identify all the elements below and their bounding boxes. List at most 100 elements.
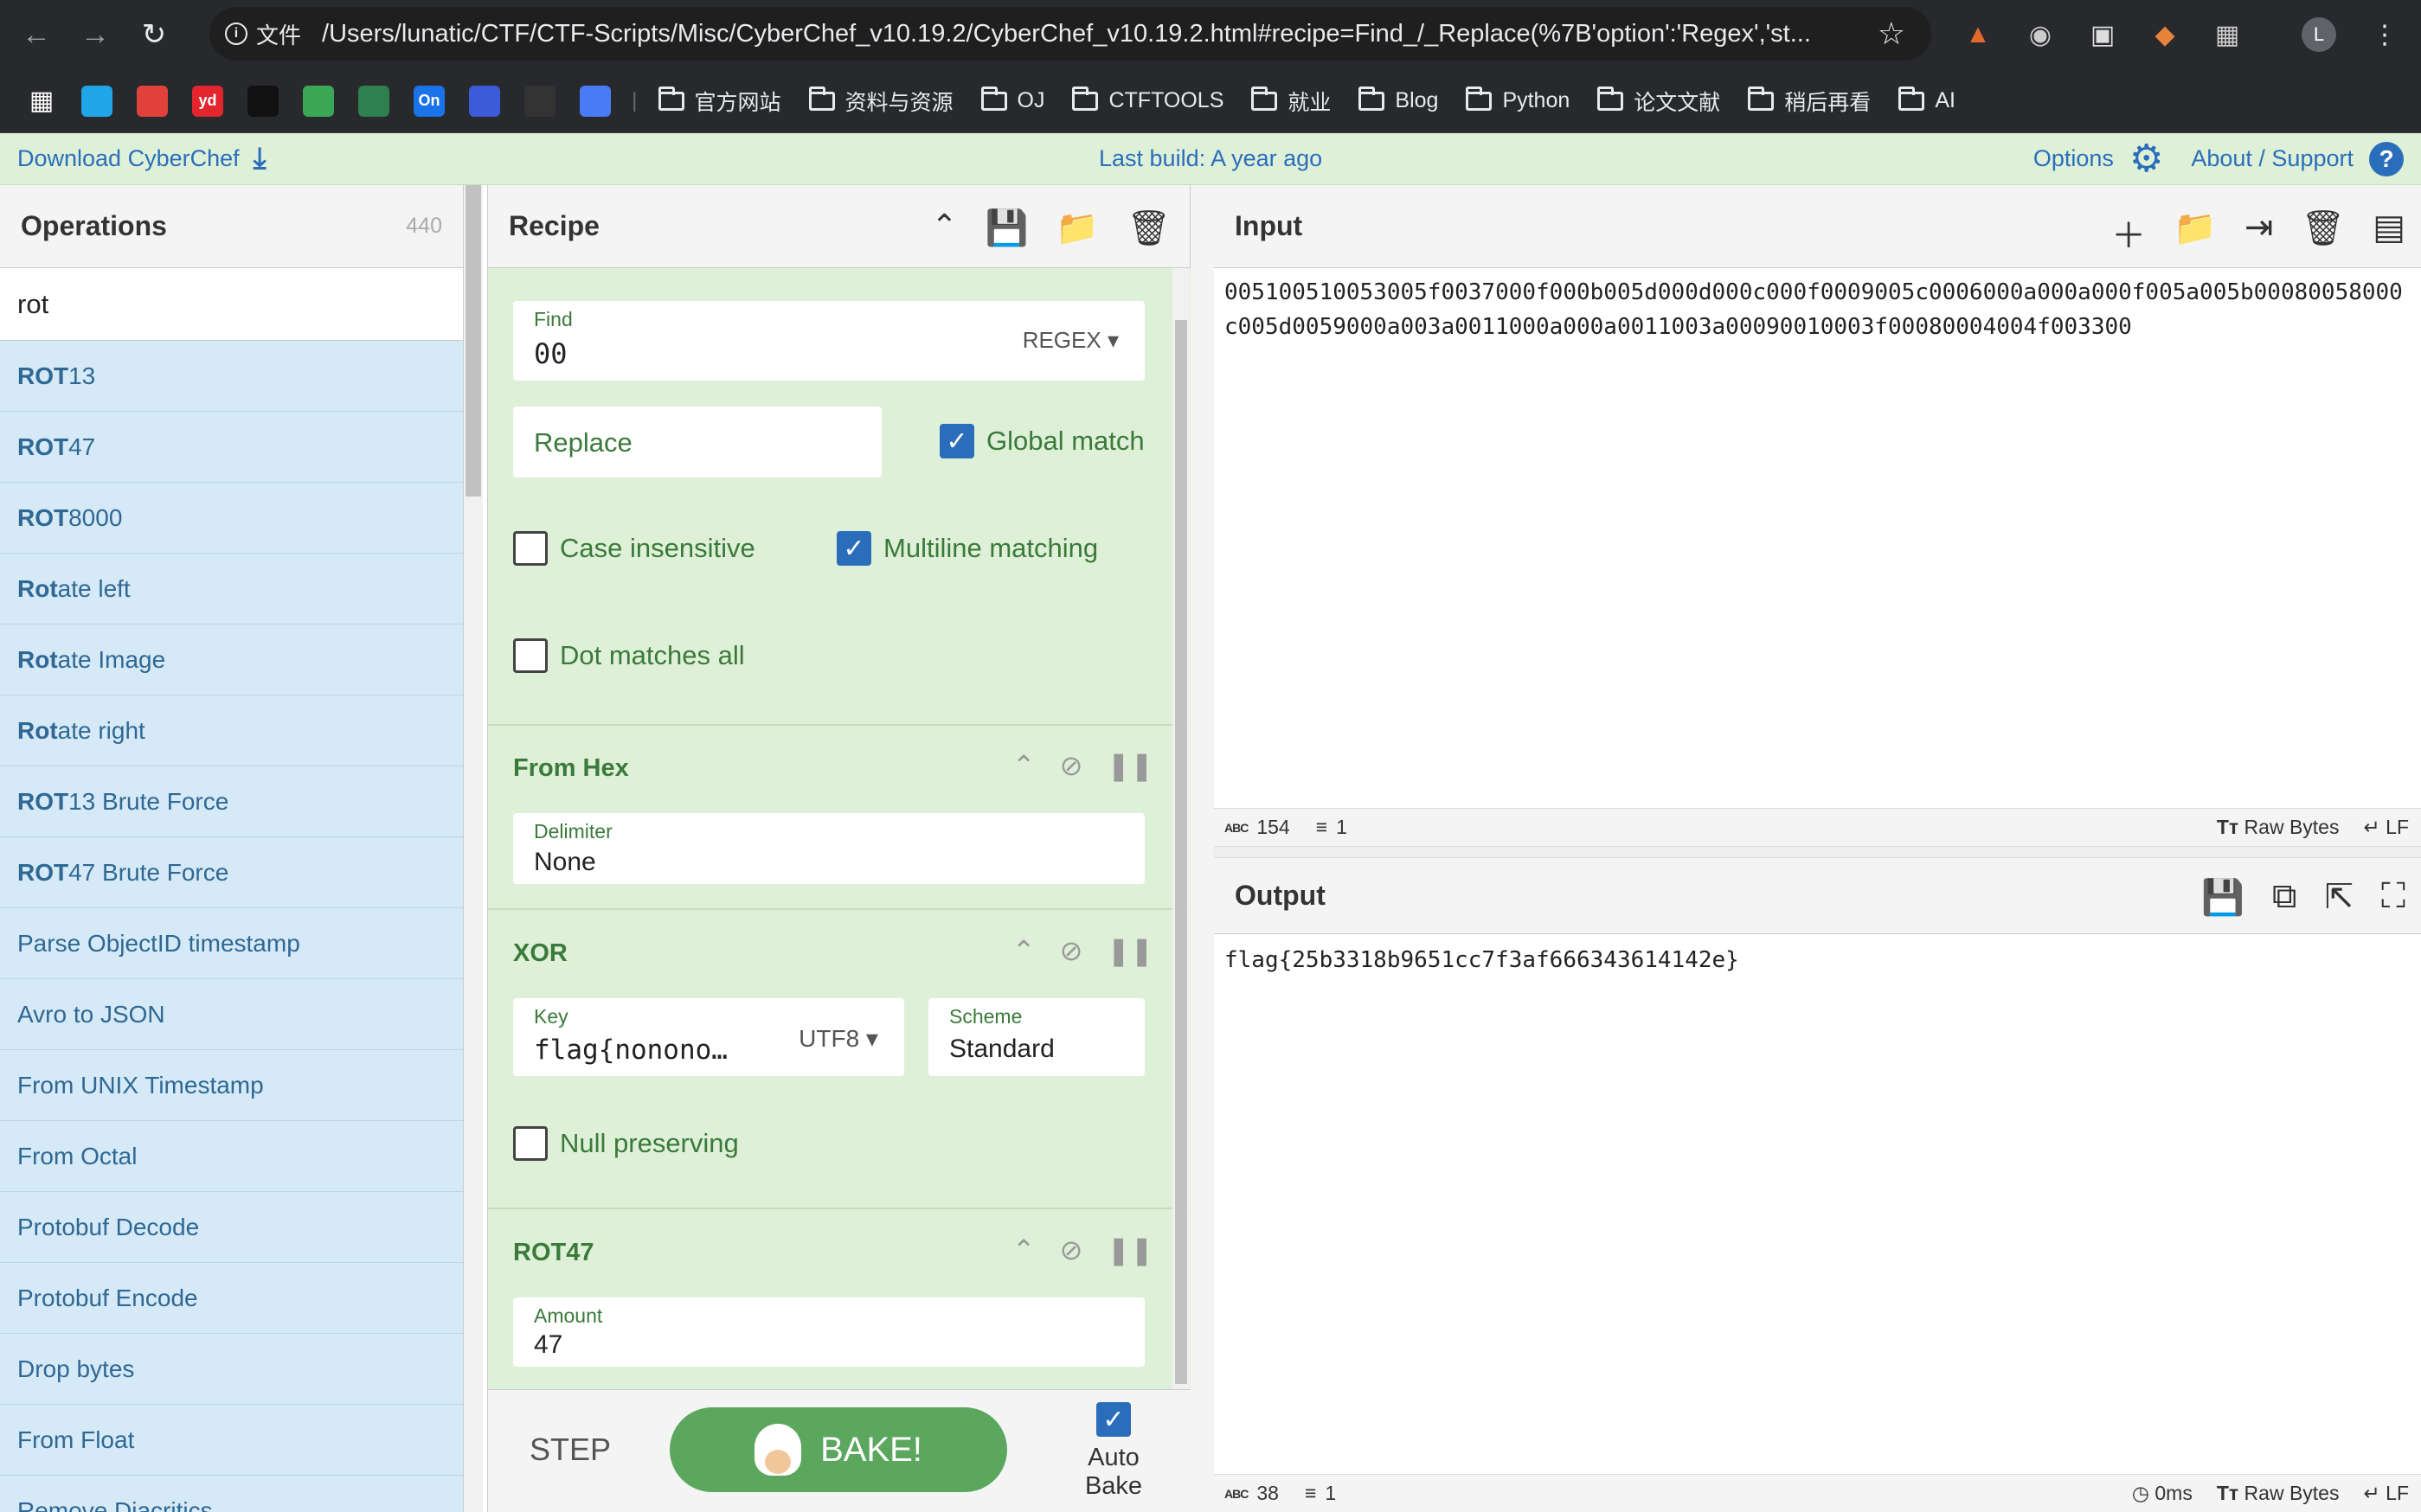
replace-input-with-output-icon[interactable]: ⇱ <box>2324 877 2354 918</box>
open-file-folder-icon[interactable]: 📁 <box>2174 208 2217 258</box>
bookmark-folder[interactable]: OJ <box>980 86 1044 113</box>
recipe-scroll-thumb[interactable] <box>1175 320 1187 1384</box>
from-hex-title[interactable]: From Hex <box>513 754 629 783</box>
open-file-import-icon[interactable]: ⇥ <box>2244 208 2274 258</box>
from-hex-breakpoint-icon[interactable]: ❚❚ <box>1107 749 1153 782</box>
address-bar[interactable]: i 文件 /Users/lunatic/CTF/CTF-Scripts/Misc… <box>209 7 1931 61</box>
case-insensitive-checkbox[interactable]: Case insensitive <box>513 531 755 566</box>
find-value[interactable]: 00 <box>534 337 568 370</box>
copy-output-icon[interactable]: ⧉ <box>2272 877 2297 918</box>
dot-matches-all-checkbox[interactable]: Dot matches all <box>513 638 745 673</box>
operation-item[interactable]: Protobuf Encode <box>0 1263 463 1334</box>
operation-item[interactable]: Drop bytes <box>0 1334 463 1405</box>
operation-item[interactable]: Remove Diacritics <box>0 1476 463 1512</box>
xor-title[interactable]: XOR <box>513 939 568 968</box>
help-icon[interactable]: ? <box>2369 141 2404 176</box>
operation-item[interactable]: ROT 47 <box>0 412 463 483</box>
youdao-icon[interactable]: yd <box>192 85 223 117</box>
bookmark-icon-5[interactable] <box>303 85 334 117</box>
operation-item[interactable]: Rot ate Image <box>0 625 463 695</box>
from-hex-disable-icon[interactable]: ⊘ <box>1060 749 1083 782</box>
apps-grid-icon[interactable]: ▦ <box>26 85 57 117</box>
operations-scroll-thumb[interactable] <box>466 185 481 497</box>
browser-menu-icon[interactable]: ⋮ <box>2366 16 2404 54</box>
bookmark-folder[interactable]: 就业 <box>1251 86 1331 117</box>
operation-item[interactable]: Parse ObjectID timestamp <box>0 908 463 979</box>
replace-field[interactable]: Replace <box>513 407 882 477</box>
multiline-checkbox[interactable]: ✓ Multiline matching <box>837 531 1098 566</box>
auto-bake-toggle[interactable]: ✓ Auto Bake <box>1057 1402 1170 1501</box>
key-value[interactable]: flag{nonono… <box>534 1035 728 1066</box>
delimiter-field[interactable]: Delimiter None <box>513 813 1145 884</box>
xor-collapse-icon[interactable]: ⌃ <box>1012 934 1036 967</box>
output-encoding-button[interactable]: Tт Raw Bytes <box>2217 1482 2340 1505</box>
global-match-check[interactable]: ✓ <box>940 424 974 458</box>
output-eol-button[interactable]: ↵ LF <box>2363 1482 2409 1505</box>
extension-mask-icon[interactable]: ▣ <box>2084 16 2122 54</box>
bookmark-icon-6[interactable] <box>358 85 389 117</box>
save-recipe-icon[interactable]: 💾 <box>986 208 1029 248</box>
rot47-title[interactable]: ROT47 <box>513 1239 594 1267</box>
extensions-puzzle-icon[interactable]: ▦ <box>2208 16 2246 54</box>
input-eol-button[interactable]: ↵ LF <box>2363 816 2409 839</box>
clear-input-trash-icon[interactable]: 🗑 <box>2301 208 2345 258</box>
xor-key-field[interactable]: Key flag{nonono… UTF8 ▾ <box>513 998 904 1076</box>
rot47-collapse-icon[interactable]: ⌃ <box>1012 1233 1036 1266</box>
bookmark-folder[interactable]: 稍后再看 <box>1748 86 1871 117</box>
rot47-disable-icon[interactable]: ⊘ <box>1060 1233 1083 1266</box>
onshape-icon[interactable]: On <box>414 85 445 117</box>
maximise-output-icon[interactable]: ⛶ <box>2381 877 2405 918</box>
bookmark-folder[interactable]: 官方网站 <box>658 86 781 117</box>
operation-item[interactable]: Rot ate left <box>0 554 463 625</box>
operation-item[interactable]: From Octal <box>0 1121 463 1192</box>
reload-icon[interactable]: ↻ <box>132 12 177 57</box>
input-textarea[interactable]: 005100510053005f0037000f000b005d000d000c… <box>1224 275 2410 344</box>
amount-field[interactable]: Amount 47 <box>513 1297 1145 1367</box>
bake-button[interactable]: BAKE! <box>670 1407 1007 1492</box>
null-preserving-check[interactable] <box>513 1126 548 1161</box>
download-icon[interactable]: ⤓ <box>254 142 267 176</box>
operation-item[interactable]: ROT 13 Brute Force <box>0 766 463 837</box>
operation-item[interactable]: From UNIX Timestamp <box>0 1050 463 1121</box>
operations-search-input[interactable]: rot <box>0 268 463 341</box>
gear-icon[interactable]: ⚙ <box>2129 139 2163 177</box>
amount-value[interactable]: 47 <box>534 1330 562 1360</box>
options-link[interactable]: Options <box>2033 145 2114 172</box>
url-text[interactable]: /Users/lunatic/CTF/CTF-Scripts/Misc/Cybe… <box>322 20 1845 48</box>
operation-item[interactable]: From Float <box>0 1405 463 1476</box>
add-tab-plus-icon[interactable]: ＋ <box>2111 208 2146 258</box>
operation-item[interactable]: Rot ate right <box>0 695 463 766</box>
forward-icon[interactable]: → <box>73 12 118 57</box>
xor-disable-icon[interactable]: ⊘ <box>1060 934 1083 967</box>
recipe-scrollbar[interactable] <box>1172 268 1190 1389</box>
rot47-breakpoint-icon[interactable]: ❚❚ <box>1107 1233 1153 1266</box>
extension-glasses-icon[interactable]: ◉ <box>2021 16 2059 54</box>
auto-bake-check[interactable]: ✓ <box>1096 1402 1131 1437</box>
io-resizer[interactable] <box>1214 846 2421 858</box>
collapse-all-icon[interactable]: ⌃ <box>931 208 957 248</box>
bookmark-icon-4[interactable] <box>247 85 279 117</box>
key-encoding-dropdown[interactable]: UTF8 ▾ <box>799 1024 878 1053</box>
bookmark-folder[interactable]: Python <box>1466 86 1570 113</box>
global-match-checkbox[interactable]: ✓ Global match <box>940 424 1145 458</box>
bilibili-icon[interactable] <box>81 85 112 117</box>
panel-resizer[interactable] <box>1191 185 1214 1512</box>
bilibili-live-icon[interactable] <box>137 85 168 117</box>
null-preserving-checkbox[interactable]: Null preserving <box>513 1126 739 1161</box>
find-field[interactable]: Find 00 REGEX ▾ <box>513 301 1145 381</box>
input-encoding-button[interactable]: Tт Raw Bytes <box>2217 816 2340 839</box>
operations-scrollbar[interactable] <box>464 185 483 1512</box>
metamask-fox-icon[interactable]: ▲ <box>1959 16 1997 54</box>
bookmark-star-icon[interactable]: ☆ <box>1878 16 1905 52</box>
bookmark-folder[interactable]: 论文文献 <box>1597 86 1720 117</box>
save-output-icon[interactable]: 💾 <box>2201 877 2244 918</box>
xor-breakpoint-icon[interactable]: ❚❚ <box>1107 934 1153 967</box>
from-hex-collapse-icon[interactable]: ⌃ <box>1012 749 1036 782</box>
clear-recipe-trash-icon[interactable]: 🗑 <box>1127 208 1171 248</box>
gemini-icon[interactable] <box>580 85 611 117</box>
bookmark-folder[interactable]: CTFTOOLS <box>1072 86 1223 113</box>
find-type-dropdown[interactable]: REGEX ▾ <box>1023 327 1119 354</box>
scheme-value[interactable]: Standard <box>949 1035 1055 1064</box>
operation-item[interactable]: Protobuf Decode <box>0 1192 463 1263</box>
download-link[interactable]: Download CyberChef <box>17 145 240 172</box>
